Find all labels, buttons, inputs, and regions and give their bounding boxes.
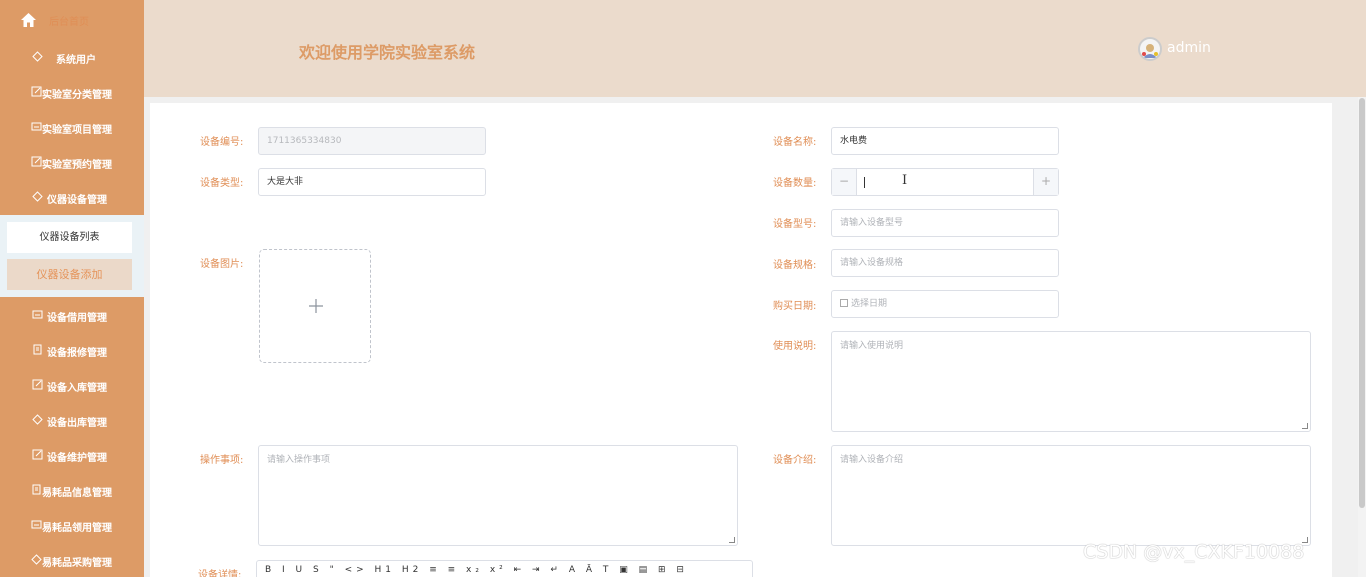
intro-label: 设备介绍: [773,455,817,466]
intro-placeholder: 请输入设备介绍 [840,455,904,465]
sidebar-item-consumable-info[interactable]: 易耗品信息管理 [0,473,144,508]
sidebar-item-lab-category[interactable]: 实验室分类管理 [0,75,144,110]
sidebar-item-lab-booking[interactable]: 实验室预约管理 [0,145,144,180]
ops-textarea[interactable]: 请输入操作事项 [258,445,738,546]
edit-icon [32,379,43,390]
spec-field[interactable]: 请输入设备规格 [831,249,1059,277]
spec-placeholder: 请输入设备规格 [840,258,904,268]
screen-icon [32,310,43,319]
calendar-icon [840,299,848,307]
edit-icon [31,156,42,167]
avatar[interactable] [1138,37,1162,61]
sidebar-home-label: 后台首页 [49,17,89,28]
page-title: 欢迎使用学院实验室系统 [299,43,476,62]
name-label: 设备名称: [773,137,817,148]
submenu-equipment-add[interactable]: 仪器设备添加 [7,259,132,290]
resize-handle[interactable] [729,537,735,543]
sidebar-item-label: 设备借用管理 [47,313,107,324]
usage-placeholder: 请输入使用说明 [840,341,904,351]
code-label: 设备编号: [200,137,244,148]
sidebar-item-consumable-purchase[interactable]: 易耗品采购管理 [0,543,144,577]
edit-icon [32,449,43,460]
scrollbar-thumb[interactable] [1359,98,1365,508]
quantity-stepper[interactable]: − + [831,168,1059,196]
diamond-icon [32,51,43,62]
sidebar-submenu: 仪器设备列表 仪器设备添加 [0,215,144,297]
sidebar-item-repair[interactable]: 设备报修管理 [0,333,144,368]
sidebar-item-label: 易耗品信息管理 [42,488,112,499]
qty-label: 设备数量: [773,178,817,189]
diamond-icon [32,191,43,202]
avatar-icon [1142,44,1158,58]
sidebar-item-label: 设备维护管理 [47,453,107,464]
text-cursor-icon: I [902,173,908,188]
sidebar-item-label: 设备报修管理 [47,348,107,359]
watermark: CSDN @vx_CXKF10088 [1083,541,1305,563]
sidebar-item-label: 易耗品领用管理 [42,523,112,534]
image-upload[interactable] [259,249,371,363]
sidebar-item-equipment[interactable]: 仪器设备管理 [0,180,144,215]
usage-textarea[interactable]: 请输入使用说明 [831,331,1311,432]
text-caret [864,177,865,188]
screen-icon [31,520,42,529]
type-label: 设备类型: [200,178,244,189]
date-placeholder: 选择日期 [851,299,888,309]
sidebar-item-label: 仪器设备管理 [47,195,107,206]
intro-textarea[interactable]: 请输入设备介绍 [831,445,1311,546]
sidebar-item-stock-out[interactable]: 设备出库管理 [0,403,144,438]
spec-label: 设备规格: [773,260,817,271]
sidebar-item-label: 实验室分类管理 [42,90,112,101]
sidebar: 后台首页 系统用户 实验室分类管理 实验室项目管理 实验室预约管理 仪器设备管理… [0,0,144,577]
doc-icon [33,344,42,355]
decrease-button[interactable]: − [832,169,857,195]
sidebar-home[interactable]: 后台首页 [0,0,144,40]
usage-label: 使用说明: [773,341,817,352]
model-field[interactable]: 请输入设备型号 [831,209,1059,237]
image-label: 设备图片: [200,259,244,270]
scrollbar[interactable] [1358,97,1366,577]
diamond-icon [32,414,43,425]
model-label: 设备型号: [773,219,817,230]
sidebar-item-label: 设备出库管理 [47,418,107,429]
ops-placeholder: 请输入操作事项 [267,455,331,465]
ops-label: 操作事项: [200,455,244,466]
top-header: 欢迎使用学院实验室系统 admin [144,0,1366,97]
sidebar-item-label: 设备入库管理 [47,383,107,394]
plus-icon [309,299,323,313]
sidebar-item-label: 实验室预约管理 [42,160,112,171]
sidebar-item-consumable-use[interactable]: 易耗品领用管理 [0,508,144,543]
home-icon [21,13,36,27]
sidebar-item-label: 实验室项目管理 [42,125,112,136]
edit-icon [31,86,42,97]
sidebar-item-label: 系统用户 [56,55,96,66]
sidebar-item-stock-in[interactable]: 设备入库管理 [0,368,144,403]
increase-button[interactable]: + [1033,169,1058,195]
code-field: 1711365334830 [258,127,486,155]
sidebar-item-users[interactable]: 系统用户 [0,40,144,75]
name-field[interactable]: 水电费 [831,127,1059,155]
username[interactable]: admin [1167,40,1211,56]
submenu-equipment-list[interactable]: 仪器设备列表 [7,222,132,253]
detail-editor-toolbar[interactable]: B I U S " <> H1 H2 ≡ ≡ x₂ x² ⇤ ⇥ ↵ A Ā T… [256,560,753,577]
type-field[interactable]: 大是大非 [258,168,486,196]
doc-icon [32,484,41,495]
screen-icon [31,122,42,131]
detail-label: 设备详情: [198,570,242,577]
sidebar-item-lab-project[interactable]: 实验室项目管理 [0,110,144,145]
resize-handle[interactable] [1302,423,1308,429]
app-window: 后台首页 系统用户 实验室分类管理 实验室项目管理 实验室预约管理 仪器设备管理… [0,0,1366,577]
sidebar-item-maintenance[interactable]: 设备维护管理 [0,438,144,473]
date-label: 购买日期: [773,301,817,312]
diamond-icon [31,554,42,565]
sidebar-item-borrow[interactable]: 设备借用管理 [0,298,144,333]
date-picker[interactable]: 选择日期 [831,290,1059,318]
sidebar-item-label: 易耗品采购管理 [42,558,112,569]
